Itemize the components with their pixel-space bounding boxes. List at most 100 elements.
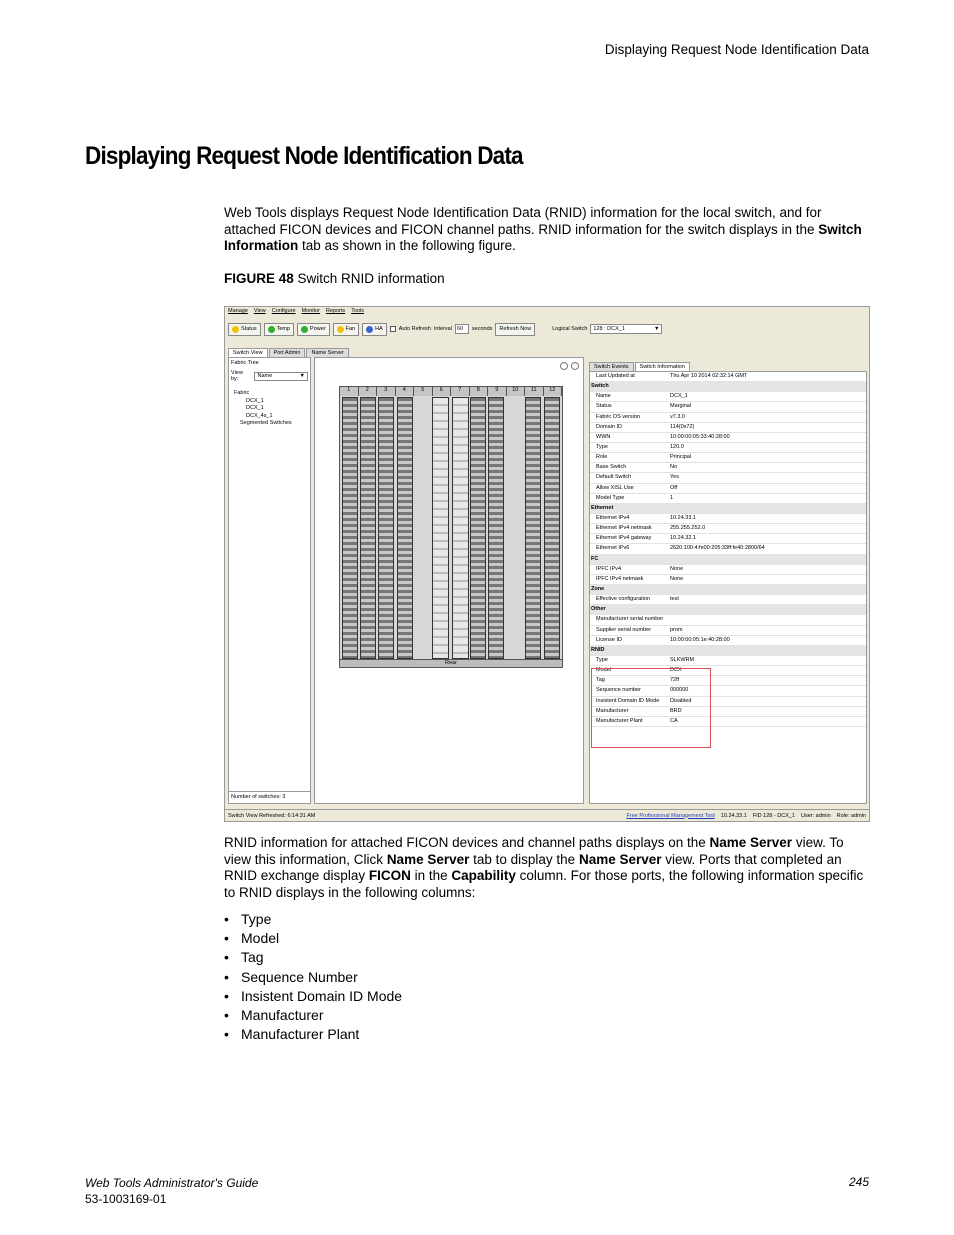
tree-item-switch[interactable]: DCX_1 — [232, 398, 307, 406]
tab-name-server[interactable]: Name Server — [306, 348, 349, 357]
list-item-text: Type — [241, 911, 272, 927]
property-key: IPFC IPv4 — [596, 565, 622, 572]
interval-field[interactable]: 60 — [454, 324, 469, 334]
user-label: User: admin — [800, 812, 831, 819]
ha-button[interactable]: HA — [362, 322, 387, 336]
right-tabs: Switch Events Switch Information — [589, 362, 690, 371]
control-blade[interactable] — [432, 397, 449, 659]
property-section: FC — [590, 554, 866, 565]
tab-switch-information[interactable]: Switch Information — [634, 362, 690, 371]
figure-caption: FIGURE 48 Switch RNID information — [224, 271, 445, 286]
tree-item-segmented[interactable]: Segmented Switches — [232, 420, 307, 428]
property-key: Supplier serial number — [596, 626, 652, 633]
left-tabs: Switch View Port Admin Name Server — [228, 348, 349, 357]
port-blade[interactable] — [342, 397, 358, 659]
property-row: Type SLKWRM — [590, 656, 866, 667]
logical-switch-select[interactable]: 128 : DCX_1 ▼ — [590, 324, 663, 334]
list-item-text: Insistent Domain ID Mode — [241, 987, 403, 1004]
tree-item-switch[interactable]: DCX_4s_1 — [232, 413, 307, 421]
property-key: Domain ID — [596, 423, 622, 430]
property-key: Last Updated at — [596, 373, 635, 379]
switch-information-panel: Last Updated at Thu Apr 10 2014 02:32:14 … — [589, 371, 867, 804]
port-blade[interactable] — [397, 397, 413, 659]
menu-configure[interactable]: Configure — [272, 308, 296, 315]
chassis-footer: Rear — [340, 659, 562, 667]
property-row: Manufacturer serial number — [590, 615, 866, 626]
rnid-screenshot: Manage View Configure Monitor Reports To… — [224, 306, 870, 822]
property-value: test — [670, 596, 679, 603]
control-blade[interactable] — [452, 397, 469, 659]
management-tool-link[interactable]: Free Professional Management Tool — [627, 813, 715, 819]
zoom-out-icon[interactable] — [571, 362, 579, 370]
port-blade[interactable] — [544, 397, 560, 659]
property-key: Ethernet IPv4 gateway — [596, 535, 652, 542]
property-row: Type 120.0 — [590, 443, 866, 454]
power-button[interactable]: Power — [297, 322, 330, 336]
para-text: tab to display the — [469, 851, 579, 867]
menu-view[interactable]: View — [254, 308, 266, 315]
property-value: v7.3.0 — [670, 413, 685, 420]
rnid-highlight — [591, 668, 711, 748]
tab-switch-events[interactable]: Switch Events — [589, 362, 634, 371]
menu-manage[interactable]: Manage — [228, 308, 248, 315]
property-row: Ethernet IPv4 netmask 255.255.252.0 — [590, 524, 866, 535]
property-value — [670, 504, 866, 513]
zoom-in-icon[interactable] — [560, 362, 568, 370]
tree-item-switch[interactable]: DCX_1 — [232, 405, 307, 413]
refresh-now-button[interactable]: Refresh Now — [495, 322, 536, 336]
property-value — [670, 646, 866, 655]
property-key: Effective configuration — [596, 596, 651, 603]
property-row: Status Marginal — [590, 402, 866, 413]
menu-reports[interactable]: Reports — [326, 308, 345, 315]
property-value: Thu Apr 10 2014 02:32:14 GMT — [670, 373, 748, 379]
property-key: Switch — [591, 383, 609, 390]
property-value — [670, 605, 866, 614]
auto-refresh-checkbox[interactable] — [389, 326, 396, 332]
property-key: Name — [596, 393, 611, 400]
doc-number: 53-1003169-01 — [85, 1192, 167, 1206]
name-server-paragraph: RNID information for attached FICON devi… — [224, 835, 874, 901]
property-value: Off — [670, 484, 678, 491]
list-item: • Sequence Number — [224, 969, 402, 988]
power-label: Power — [310, 326, 326, 332]
list-item-text: Manufacturer Plant — [241, 1026, 360, 1043]
running-head: Displaying Request Node Identification D… — [604, 42, 869, 57]
property-key: Ethernet — [591, 504, 614, 511]
status-button[interactable]: Status — [228, 322, 261, 336]
list-item: • Manufacturer — [224, 1007, 402, 1026]
port-blade[interactable] — [488, 397, 504, 659]
property-key: Status — [596, 403, 612, 410]
property-key: IPFC IPv4 netmask — [596, 575, 644, 582]
fan-button[interactable]: Fan — [332, 322, 360, 336]
tab-port-admin[interactable]: Port Admin — [268, 348, 306, 357]
slot-number: 4 — [395, 387, 414, 396]
property-section: Ethernet — [590, 503, 866, 514]
port-blade[interactable] — [525, 397, 541, 659]
view-by-select[interactable]: Name ▼ — [254, 371, 308, 381]
property-key: FC — [591, 555, 599, 562]
port-blade[interactable] — [470, 397, 486, 659]
slot-number: 11 — [525, 387, 544, 396]
property-row: Ethernet IPv4 10.24.33.1 — [590, 514, 866, 525]
property-row: Name DCX_1 — [590, 392, 866, 403]
menu-tools[interactable]: Tools — [351, 308, 364, 315]
property-value: None — [670, 565, 684, 572]
para-bold: Name Server — [578, 851, 662, 867]
port-blade[interactable] — [360, 397, 376, 659]
tab-switch-view[interactable]: Switch View — [228, 348, 268, 357]
fan-label: Fan — [345, 326, 356, 332]
temp-button[interactable]: Temp — [263, 322, 295, 336]
property-key: Ethernet IPv6 — [596, 545, 630, 552]
refresh-status: Switch View Refreshed: 6:14:31 AM — [228, 812, 316, 819]
property-value: 10.24.33.1 — [670, 514, 696, 521]
menu-bar: Manage View Configure Monitor Reports To… — [225, 307, 869, 316]
property-value: Marginal — [670, 403, 692, 410]
slot-number: 12 — [543, 387, 562, 396]
property-row: License ID 10:00:00:05:1e:40:28:00 — [590, 636, 866, 646]
port-blade[interactable] — [378, 397, 394, 659]
property-row: Domain ID 114(0x72) — [590, 423, 866, 433]
menu-monitor[interactable]: Monitor — [302, 308, 320, 315]
role-label: Role: admin — [836, 812, 866, 819]
property-key: Ethernet IPv4 netmask — [596, 525, 652, 532]
tree-item-fabric[interactable]: Fabric — [232, 390, 307, 398]
